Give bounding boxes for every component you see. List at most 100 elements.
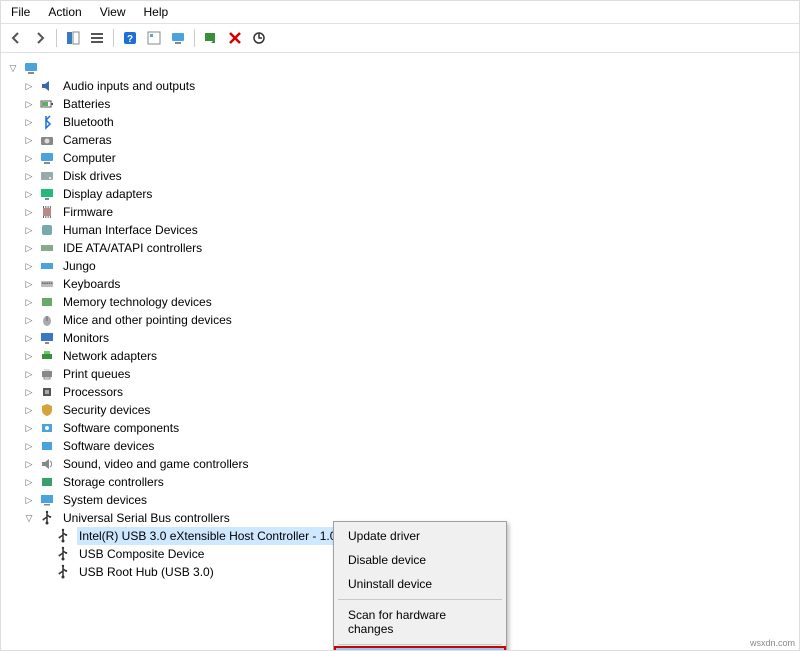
expand-icon[interactable]: ▷ xyxy=(23,314,35,326)
tree-item[interactable]: ▷Cameras xyxy=(23,131,797,149)
audio-icon xyxy=(39,78,55,94)
ctx-disable-device[interactable]: Disable device xyxy=(336,548,504,572)
network-icon xyxy=(39,348,55,364)
expand-icon[interactable]: ▷ xyxy=(23,440,35,452)
tree-item[interactable]: ▷Software devices xyxy=(23,437,797,455)
tree-item[interactable]: ▷Processors xyxy=(23,383,797,401)
ctx-scan-hardware[interactable]: Scan for hardware changes xyxy=(336,603,504,641)
help-button[interactable]: ? xyxy=(119,27,141,49)
expand-icon[interactable]: ▷ xyxy=(23,368,35,380)
tree-item-label: Display adapters xyxy=(61,185,154,203)
menu-action[interactable]: Action xyxy=(40,3,89,21)
memory-icon xyxy=(39,294,55,310)
tree-item[interactable]: ▷ Jungo xyxy=(23,257,797,275)
disk-icon xyxy=(39,168,55,184)
expand-icon[interactable]: ▷ xyxy=(23,296,35,308)
tree-item[interactable]: ▷Software components xyxy=(23,419,797,437)
ctx-properties[interactable]: Properties xyxy=(336,648,504,650)
expand-icon[interactable]: ▷ xyxy=(23,494,35,506)
expand-icon[interactable]: ▷ xyxy=(23,80,35,92)
expand-icon[interactable]: ▷ xyxy=(23,386,35,398)
tree-item[interactable]: ▷Monitors xyxy=(23,329,797,347)
tree-item-label: Disk drives xyxy=(61,167,124,185)
tree-item-label: Audio inputs and outputs xyxy=(61,77,197,95)
expand-icon[interactable]: ▷ xyxy=(23,260,35,272)
tree-item[interactable]: ▷System devices xyxy=(23,491,797,509)
tree-item[interactable]: ▷Batteries xyxy=(23,95,797,113)
back-button[interactable] xyxy=(5,27,27,49)
separator xyxy=(338,644,502,645)
expand-icon[interactable]: ▷ xyxy=(23,422,35,434)
menu-file[interactable]: File xyxy=(3,3,38,21)
expand-icon[interactable]: ▷ xyxy=(23,242,35,254)
tree-item-label: Print queues xyxy=(61,365,132,383)
show-hide-button[interactable] xyxy=(62,27,84,49)
separator xyxy=(56,29,57,47)
tree-item[interactable]: ▷Human Interface Devices xyxy=(23,221,797,239)
tree-item[interactable]: ▷ Mice and other pointing devices xyxy=(23,311,797,329)
context-menu: Update driver Disable device Uninstall d… xyxy=(333,521,507,650)
expand-icon[interactable]: ▷ xyxy=(23,458,35,470)
ctx-update-driver[interactable]: Update driver xyxy=(336,524,504,548)
tree-item[interactable]: ▷Keyboards xyxy=(23,275,797,293)
camera-icon xyxy=(39,132,55,148)
expand-icon[interactable]: ▷ xyxy=(23,206,35,218)
pc-icon xyxy=(39,150,55,166)
root-computer-node[interactable]: ▽ xyxy=(7,59,797,77)
system-icon xyxy=(39,492,55,508)
tree-item-label: Jungo xyxy=(61,257,98,275)
tree-item[interactable]: ▷ Storage controllers xyxy=(23,473,797,491)
tree-item[interactable]: ▷Memory technology devices xyxy=(23,293,797,311)
battery-icon xyxy=(39,96,55,112)
tree-item[interactable]: ▷Sound, video and game controllers xyxy=(23,455,797,473)
collapse-icon[interactable]: ▽ xyxy=(23,512,35,524)
tree-item[interactable]: ▷ Disk drives xyxy=(23,167,797,185)
collapse-icon[interactable]: ▽ xyxy=(7,62,19,74)
tree-item[interactable]: ▷Computer xyxy=(23,149,797,167)
expand-icon[interactable]: ▷ xyxy=(23,98,35,110)
tree-item[interactable]: ▷IDE ATA/ATAPI controllers xyxy=(23,239,797,257)
tree-item-label: Firmware xyxy=(61,203,115,221)
tree-item[interactable]: ▷ Print queues xyxy=(23,365,797,383)
monitor-cat-icon xyxy=(39,330,55,346)
expand-icon[interactable]: ▷ xyxy=(23,170,35,182)
expand-icon[interactable]: ▷ xyxy=(23,134,35,146)
separator xyxy=(113,29,114,47)
expand-icon[interactable]: ▷ xyxy=(23,224,35,236)
storage-icon xyxy=(39,474,55,490)
expand-icon[interactable]: ▷ xyxy=(23,476,35,488)
expand-icon[interactable]: ▷ xyxy=(23,332,35,344)
tree-item[interactable]: ▷ Display adapters xyxy=(23,185,797,203)
ide-icon xyxy=(39,240,55,256)
tree-item[interactable]: ▷ Audio inputs and outputs xyxy=(23,77,797,95)
tree-item-label: Mice and other pointing devices xyxy=(61,311,234,329)
tree-item-label: Bluetooth xyxy=(61,113,116,131)
tree-item[interactable]: ▷ Bluetooth xyxy=(23,113,797,131)
svg-text:?: ? xyxy=(127,34,133,45)
usb-icon xyxy=(39,510,55,526)
expand-icon[interactable]: ▷ xyxy=(23,350,35,362)
expand-icon[interactable]: ▷ xyxy=(23,152,35,164)
properties-button[interactable] xyxy=(143,27,165,49)
separator xyxy=(338,599,502,600)
tree-item-label: Storage controllers xyxy=(61,473,166,491)
tree-item[interactable]: ▷Security devices xyxy=(23,401,797,419)
ctx-uninstall-device[interactable]: Uninstall device xyxy=(336,572,504,596)
scan-hardware-button[interactable] xyxy=(200,27,222,49)
tree-item[interactable]: ▷Network adapters xyxy=(23,347,797,365)
tree-item-label: USB Composite Device xyxy=(77,545,206,563)
expand-icon[interactable]: ▷ xyxy=(23,278,35,290)
device-tree[interactable]: ▽ ▷Audio inputs and outputs▷Batteries▷Bl… xyxy=(1,53,799,650)
toolbar: ? xyxy=(1,24,799,53)
expand-icon[interactable]: ▷ xyxy=(23,188,35,200)
menu-help[interactable]: Help xyxy=(136,3,177,21)
expand-icon[interactable]: ▷ xyxy=(23,404,35,416)
tree-item[interactable]: ▷ Firmware xyxy=(23,203,797,221)
list-view-button[interactable] xyxy=(86,27,108,49)
menu-view[interactable]: View xyxy=(92,3,134,21)
uninstall-button[interactable] xyxy=(224,27,246,49)
expand-icon[interactable]: ▷ xyxy=(23,116,35,128)
open-devmgr-button[interactable] xyxy=(167,27,189,49)
update-driver-button[interactable] xyxy=(248,27,270,49)
forward-button[interactable] xyxy=(29,27,51,49)
